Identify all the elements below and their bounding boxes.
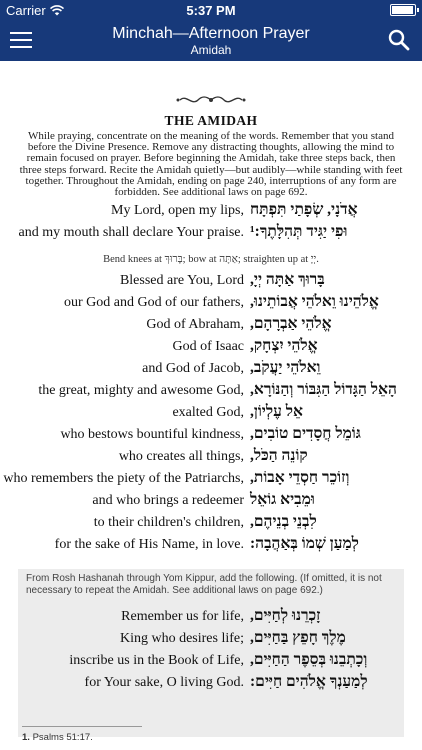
verse-hebrew: אֱלֹהֵינוּ וֵאלֹהֵי אֲבוֹתֵינוּ, [250, 293, 379, 310]
verse-row: inscribe us in the Book of Life, וְכָתְב… [0, 651, 422, 675]
status-bar: Carrier 5:37 PM [0, 0, 422, 20]
verse-english: Blessed are You, Lord [119, 273, 244, 288]
verse-english: for Your sake, O living God. [84, 675, 244, 690]
clock: 5:37 PM [186, 3, 236, 18]
verse-row: who creates all things, קוֹנֵה הַכֹּל, [0, 447, 422, 471]
verse-row: the great, mighty and awesome God, הָאֵל… [0, 381, 422, 405]
bowing-instruction: Bend knees at בָּרוּךְ; bow at אַתָּה; s… [103, 254, 319, 265]
verse-english: and God of Jacob, [142, 361, 244, 376]
page-subtitle: Amidah [190, 43, 232, 57]
verse-hebrew: וֵאלֹהֵי יַעֲקֹב, [250, 359, 321, 376]
verse-row: to their children's children, לִבְנֵי בְ… [0, 513, 422, 537]
verse-row: for Your sake, O living God. לְמַעַנְךָ … [0, 673, 422, 697]
menu-button[interactable] [10, 29, 32, 51]
verse-hebrew: וּמֵבִיא גוֹאֵל [250, 491, 315, 508]
verse-english: for the sake of His Name, in love. [54, 537, 244, 552]
battery-icon [390, 4, 419, 16]
verse-hebrew: לְמַעַן שְׁמוֹ בְּאַהֲבָה: [250, 535, 359, 552]
navigation-bar: Minchah—Afternoon Prayer Amidah [0, 20, 422, 61]
page-title: Minchah—Afternoon Prayer [112, 25, 310, 42]
nav-titles: Minchah—Afternoon Prayer Amidah [60, 25, 362, 58]
verse-row: for the sake of His Name, in love. לְמַע… [0, 535, 422, 559]
footnote: 1. Psalms 51:17. [22, 732, 93, 743]
verse-row: God of Isaac אֱלֹהֵי יִצְחָק, [0, 337, 422, 361]
verse-hebrew: קוֹנֵה הַכֹּל, [250, 447, 308, 464]
verse-hebrew: זָכְרֵנוּ לְחַיִּים, [250, 607, 321, 624]
verse-hebrew: וְכָתְבֵנוּ בְּסֵפֶר הַחַיִּים, [250, 651, 368, 668]
hamburger-line [10, 39, 32, 41]
verse-hebrew: מֶלֶךְ חָפֵץ בַּחַיִּים, [250, 629, 346, 646]
verse-hebrew: אֱלֹהֵי אַבְרָהָם, [250, 315, 332, 332]
verse-hebrew: גּוֹמֵל חֲסָדִים טוֹבִים, [250, 425, 361, 442]
verse-row: and who brings a redeemer וּמֵבִיא גוֹאֵ… [0, 491, 422, 515]
verse-hebrew: לְמַעַנְךָ אֱלֹהִים חַיִּים: [250, 673, 368, 690]
verse-hebrew: אֱלֹהֵי יִצְחָק, [250, 337, 318, 354]
verse-english: the great, mighty and awesome God, [38, 383, 244, 398]
insert-instruction: From Rosh Hashanah through Yom Kippur, a… [26, 573, 382, 596]
search-icon [388, 29, 410, 51]
verse-hebrew: אֵל עֶלְיוֹן, [250, 403, 303, 420]
verse-english: who creates all things, [118, 449, 244, 464]
verse-english: who bestows bountiful kindness, [60, 427, 244, 442]
verse-english: exalted God, [172, 405, 244, 420]
footnote-divider [22, 726, 142, 727]
verse-hebrew: וּפִי יַגִּיד תְּהִלָּתֶךָ:¹ [250, 223, 348, 240]
hamburger-line [10, 46, 32, 48]
search-button[interactable] [388, 29, 410, 51]
verse-english: God of Abraham, [146, 317, 244, 332]
footnote-text: Psalms 51:17. [32, 732, 93, 743]
verse-english: Remember us for life, [121, 609, 244, 624]
verse-english: God of Isaac [172, 339, 244, 354]
verse-row: and God of Jacob, וֵאלֹהֵי יַעֲקֹב, [0, 359, 422, 383]
verse-hebrew: אֲדֹנָי, שְׂפָתַי תִּפְתָּח [250, 201, 358, 218]
verse-row: King who desires life; מֶלֶךְ חָפֵץ בַּח… [0, 629, 422, 653]
verse-row: My Lord, open my lips, אֲדֹנָי, שְׂפָתַי… [0, 201, 422, 225]
verse-row: Remember us for life, זָכְרֵנוּ לְחַיִּי… [0, 607, 422, 631]
verse-english: My Lord, open my lips, [111, 203, 244, 218]
hamburger-line [10, 32, 32, 34]
verse-row: God of Abraham, אֱלֹהֵי אַבְרָהָם, [0, 315, 422, 339]
verse-row: Blessed are You, Lord בָּרוּךְ אַתָּה יְ… [0, 271, 422, 295]
ornament-icon [176, 96, 246, 103]
footnote-number: 1. [22, 732, 30, 743]
verse-hebrew: לִבְנֵי בְנֵיהֶם, [250, 513, 317, 530]
verse-english: to their children's children, [93, 515, 244, 530]
verse-english: King who desires life; [119, 631, 244, 646]
verse-english: who remembers the piety of the Patriarch… [3, 471, 244, 486]
verse-row: who bestows bountiful kindness, גּוֹמֵל … [0, 425, 422, 449]
verse-hebrew: הָאֵל הַגָּדוֹל הַגִּבּוֹר וְהַנּוֹרָא, [250, 381, 397, 398]
verse-english: and my mouth shall declare Your praise. [18, 225, 244, 240]
prayer-content[interactable]: THE AMIDAH While praying, concentrate on… [0, 61, 422, 750]
intro-text: While praying, concentrate on the meanin… [19, 130, 403, 199]
verse-row: and my mouth shall declare Your praise. … [0, 223, 422, 247]
verse-row: our God and God of our fathers, אֱלֹהֵינ… [0, 293, 422, 317]
verse-english: and who brings a redeemer [92, 493, 244, 508]
ornament-divider [0, 94, 422, 111]
verse-row: exalted God, אֵל עֶלְיוֹן, [0, 403, 422, 427]
verse-english: inscribe us in the Book of Life, [69, 653, 244, 668]
verse-hebrew: בָּרוּךְ אַתָּה יְיָ, [250, 271, 325, 288]
section-heading: THE AMIDAH [164, 113, 258, 128]
verse-english: our God and God of our fathers, [63, 295, 244, 310]
verse-row: who remembers the piety of the Patriarch… [0, 469, 422, 493]
verse-hebrew: וְזוֹכֵר חַסְדֵי אָבוֹת, [250, 469, 350, 486]
